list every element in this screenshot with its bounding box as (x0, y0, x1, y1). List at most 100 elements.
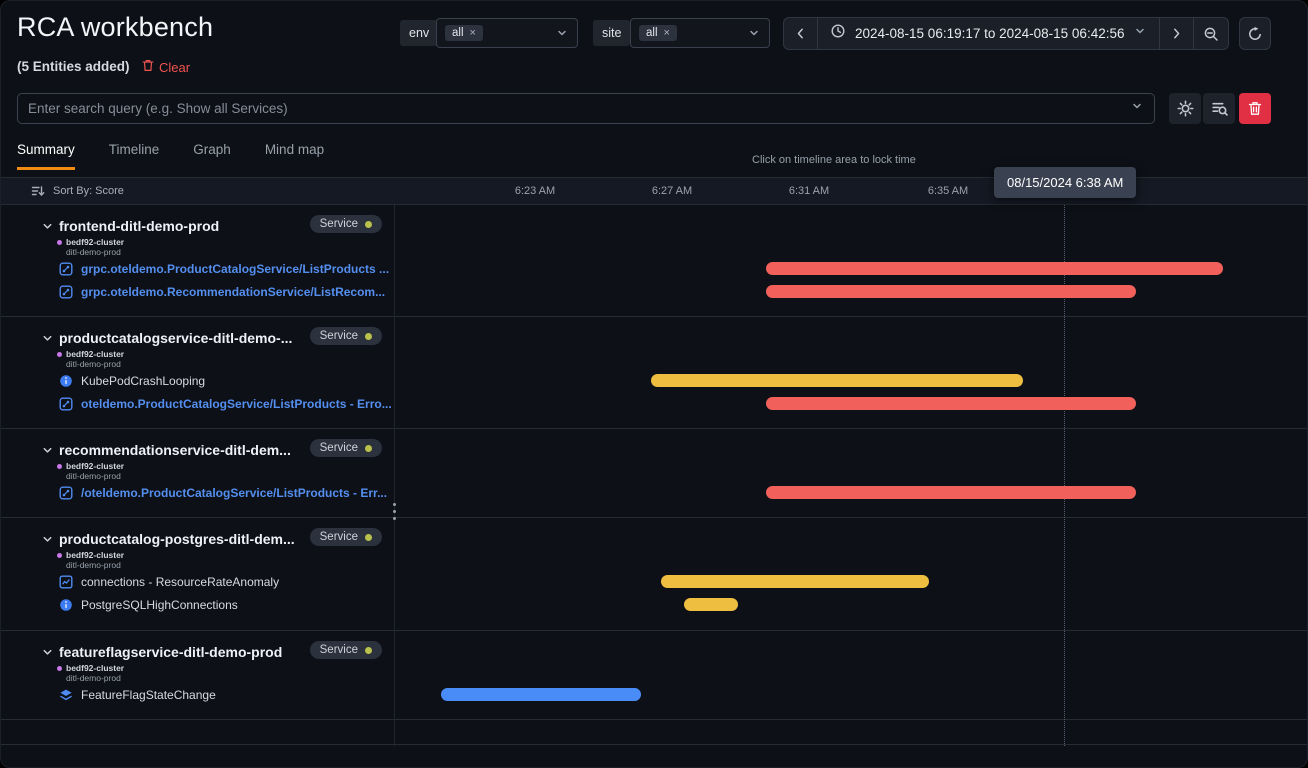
gantt-lane[interactable] (394, 429, 1308, 517)
search-input[interactable] (28, 101, 1130, 116)
time-forward-button[interactable] (1159, 18, 1193, 49)
timeline-bar[interactable] (651, 374, 1023, 387)
chevron-right-icon (1169, 26, 1184, 41)
time-back-button[interactable] (784, 18, 817, 49)
tab-timeline[interactable]: Timeline (109, 142, 160, 170)
gear-icon (1177, 100, 1194, 117)
settings-button[interactable] (1169, 93, 1201, 124)
site-filter-label: site (593, 20, 630, 46)
rca-workbench-window: RCA workbench (5 Entities added) Clear e… (0, 0, 1308, 768)
apm-trace-icon (59, 285, 73, 299)
finding-link[interactable]: grpc.oteldemo.ProductCatalogService/List… (81, 262, 389, 276)
apm-trace-icon (59, 486, 73, 500)
refresh-button[interactable] (1239, 17, 1271, 50)
gantt-lane[interactable] (394, 205, 1308, 316)
footer-strip (1, 744, 1308, 767)
view-tabs: Summary Timeline Graph Mind map (17, 142, 324, 170)
cluster-dot (57, 666, 62, 671)
entities-added-label: (5 Entities added) (17, 59, 130, 74)
entity-group: frontend-ditl-demo-prod Service bedf92-c… (1, 205, 1308, 317)
time-tick: 6:35 AM (928, 185, 968, 197)
service-badge: Service (310, 327, 382, 345)
finding-row[interactable]: grpc.oteldemo.RecommendationService/List… (59, 280, 394, 303)
finding-row[interactable]: grpc.oteldemo.ProductCatalogService/List… (59, 257, 394, 280)
gantt-lane[interactable] (394, 518, 1308, 630)
panel-divider[interactable] (394, 205, 395, 746)
timeline-bar[interactable] (441, 688, 641, 701)
timeline-bar[interactable] (766, 486, 1136, 499)
time-range-picker[interactable]: 2024-08-15 06:19:17 to 2024-08-15 06:42:… (817, 18, 1159, 49)
severity-dot (365, 221, 372, 228)
clock-icon (830, 23, 846, 44)
entity-name: featureflagservice-ditl-demo-prod (59, 644, 282, 660)
delete-query-button[interactable] (1239, 93, 1271, 124)
entity-name: productcatalog-postgres-ditl-dem... (59, 531, 295, 547)
timeline-bar[interactable] (684, 598, 738, 611)
entity-name: recommendationservice-ditl-dem... (59, 442, 291, 458)
tab-summary[interactable]: Summary (17, 142, 75, 170)
env-filter-dropdown[interactable]: all× (436, 18, 578, 48)
finding-label: PostgreSQLHighConnections (81, 598, 238, 612)
chevron-down-icon (555, 26, 569, 40)
service-badge: Service (310, 215, 382, 233)
detector-chart-icon (59, 575, 73, 589)
namespace-label: ditl-demo-prod (66, 247, 394, 257)
cluster-dot (57, 240, 62, 245)
timeline-bar[interactable] (766, 397, 1136, 410)
zoom-out-icon (1203, 26, 1219, 42)
finding-label: connections - ResourceRateAnomaly (81, 575, 279, 589)
drag-handle-icon[interactable] (389, 503, 399, 520)
entity-name: frontend-ditl-demo-prod (59, 218, 219, 234)
gantt-lane[interactable] (394, 317, 1308, 428)
finding-row[interactable]: connections - ResourceRateAnomaly (59, 570, 394, 593)
trash-icon (1248, 101, 1262, 116)
env-filter-label: env (400, 20, 438, 46)
sort-icon (31, 184, 45, 198)
time-range-value: 2024-08-15 06:19:17 to 2024-08-15 06:42:… (855, 26, 1124, 41)
timeline-bar[interactable] (766, 285, 1136, 298)
severity-dot (365, 647, 372, 654)
gantt-lane[interactable] (394, 631, 1308, 719)
finding-link[interactable]: /oteldemo.ProductCatalogService/ListProd… (81, 486, 387, 500)
severity-dot (365, 534, 372, 541)
finding-link[interactable]: oteldemo.ProductCatalogService/ListProdu… (81, 397, 392, 411)
service-badge: Service (310, 528, 382, 546)
cluster-label: bedf92-cluster (57, 663, 394, 673)
cluster-label: bedf92-cluster (57, 461, 394, 471)
cluster-dot (57, 464, 62, 469)
namespace-label: ditl-demo-prod (66, 673, 394, 683)
chevron-down-icon (41, 444, 54, 457)
finding-row[interactable]: KubePodCrashLooping (59, 369, 394, 392)
finding-row[interactable]: oteldemo.ProductCatalogService/ListProdu… (59, 392, 394, 415)
time-tick: 6:23 AM (515, 185, 555, 197)
finding-link[interactable]: grpc.oteldemo.RecommendationService/List… (81, 285, 385, 299)
remove-env-filter-icon[interactable]: × (470, 27, 476, 39)
chevron-down-icon (747, 26, 761, 40)
sort-by-control[interactable]: Sort By: Score (31, 178, 124, 204)
entity-group: productcatalog-postgres-ditl-dem... Serv… (1, 518, 1308, 631)
layers-icon (59, 688, 73, 702)
timeline-lock-hint: Click on timeline area to lock time (752, 154, 916, 166)
finding-row[interactable]: FeatureFlagStateChange (59, 683, 394, 706)
finding-row[interactable]: /oteldemo.ProductCatalogService/ListProd… (59, 481, 394, 504)
chevron-down-icon[interactable] (1130, 99, 1144, 118)
apm-trace-icon (59, 262, 73, 276)
cluster-dot (57, 352, 62, 357)
zoom-out-button[interactable] (1193, 18, 1228, 49)
tab-graph[interactable]: Graph (193, 142, 231, 170)
page-title: RCA workbench (17, 12, 213, 43)
timeline-bar[interactable] (766, 262, 1223, 275)
finding-row[interactable]: PostgreSQLHighConnections (59, 593, 394, 616)
saved-queries-button[interactable] (1203, 93, 1235, 124)
entity-group: productcatalogservice-ditl-demo-... Serv… (1, 317, 1308, 429)
refresh-icon (1247, 26, 1263, 42)
chevron-down-icon (41, 220, 54, 233)
timeline-bar[interactable] (661, 575, 929, 588)
cluster-label: bedf92-cluster (57, 237, 394, 247)
trash-icon (142, 59, 154, 75)
clear-entities-button[interactable]: Clear (142, 59, 190, 75)
tab-mindmap[interactable]: Mind map (265, 142, 324, 170)
env-filter-chip: all× (445, 25, 483, 41)
site-filter-dropdown[interactable]: all× (630, 18, 770, 48)
remove-site-filter-icon[interactable]: × (664, 27, 670, 39)
